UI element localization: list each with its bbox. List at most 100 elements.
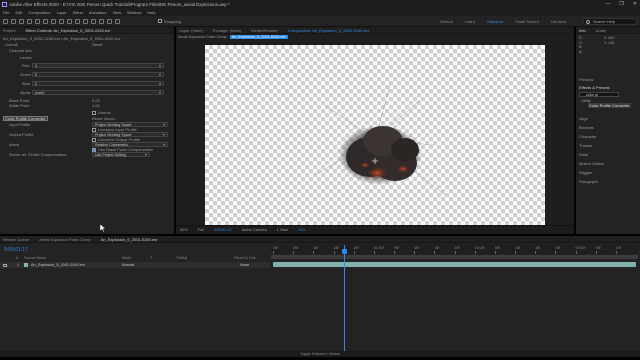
layer-duration-bar[interactable] xyxy=(273,262,636,267)
effects-search-input[interactable]: color pr xyxy=(579,92,619,97)
exposure-value[interactable]: +0.0 xyxy=(298,228,306,232)
menu-help[interactable]: Help xyxy=(147,9,155,16)
unmult-checkbox[interactable] xyxy=(92,111,96,115)
playhead-handle[interactable] xyxy=(342,249,347,254)
color-profile-reset[interactable]: Reset xyxy=(92,116,102,121)
workspace-default[interactable]: Default xyxy=(440,16,453,27)
minimize-button[interactable]: — xyxy=(605,0,610,9)
playhead[interactable] xyxy=(344,245,345,355)
white-point-value[interactable]: 1.00 xyxy=(92,103,100,108)
tab-render-queue[interactable]: Render Queue xyxy=(3,236,29,242)
tab-info[interactable]: Info xyxy=(579,27,586,33)
tab-media-browser[interactable]: Media Browser xyxy=(251,27,278,33)
layer-label-color[interactable] xyxy=(24,263,28,267)
tab-project[interactable]: Project xyxy=(3,27,15,33)
puppet-tool-icon[interactable] xyxy=(115,19,120,24)
unmult-checkbox-label: Unmult xyxy=(98,110,111,115)
blue-dropdown[interactable]: 0 xyxy=(32,81,164,86)
ruler-label: 03:00f xyxy=(575,246,586,250)
section-paragraph[interactable]: Paragraph xyxy=(579,179,598,184)
work-area-bar[interactable] xyxy=(271,255,638,259)
layer-mode[interactable]: Normal xyxy=(122,263,134,267)
ruler-label: 20f xyxy=(454,246,460,250)
maximize-button[interactable]: ❐ xyxy=(619,0,623,9)
menu-window[interactable]: Window xyxy=(127,9,141,16)
ruler-tick xyxy=(474,251,476,254)
ruler-label: 20f xyxy=(555,246,561,250)
green-dropdown[interactable]: 0 xyxy=(32,72,164,77)
search-help-input[interactable]: Search Help xyxy=(583,18,637,25)
home-icon[interactable] xyxy=(3,19,8,24)
viewer-control-bar: 50% Full 0:00:01:17 Active Camera 1 View… xyxy=(176,225,574,234)
toggle-switches-modes[interactable]: Toggle Switches / Modes xyxy=(0,351,640,357)
menu-file[interactable]: File xyxy=(3,9,9,16)
tab-aerial-explosion-comp[interactable]: Aerial Explosion Flash Comp xyxy=(39,236,90,242)
viewer-current-time[interactable]: 0:00:01:17 xyxy=(214,228,232,232)
ruler-label: 01:00f xyxy=(373,246,384,250)
tab-audio[interactable]: Audio xyxy=(596,27,606,33)
section-motion-sketch[interactable]: Motion Sketch xyxy=(579,161,604,166)
hand-tool-icon[interactable] xyxy=(19,19,24,24)
pan-behind-tool-icon[interactable] xyxy=(51,19,56,24)
section-wiggler[interactable]: Wiggler xyxy=(579,170,593,175)
layer-parent[interactable]: None xyxy=(240,263,249,267)
tab-layer[interactable]: Layer: (none) xyxy=(179,27,203,33)
effect-unmult-name[interactable]: Unmult xyxy=(5,42,18,47)
brush-tool-icon[interactable] xyxy=(83,19,88,24)
menu-effect[interactable]: Effect xyxy=(73,9,83,16)
section-preview[interactable]: Preview xyxy=(579,77,593,82)
menu-animation[interactable]: Animation xyxy=(89,9,107,16)
scene-ref-dropdown[interactable]: Use Project Setting xyxy=(92,152,150,157)
camera-tool-icon[interactable] xyxy=(43,19,48,24)
ruler-label: 10f xyxy=(515,246,520,250)
selection-tool-icon[interactable] xyxy=(11,19,16,24)
close-button[interactable]: ✕ xyxy=(633,0,637,9)
snapping-checkbox[interactable] xyxy=(158,19,162,23)
layer-column-headers: # Source Name Mode T TrkMat Parent & Lin… xyxy=(0,256,270,261)
type-tool-icon[interactable] xyxy=(75,19,80,24)
pen-tool-icon[interactable] xyxy=(67,19,72,24)
breadcrumb-explosion-comp[interactable]: An_Explosion_5_2001-0240.exr xyxy=(229,35,288,39)
camera-dropdown[interactable]: Active Camera xyxy=(242,228,267,232)
resolution-dropdown[interactable]: Full xyxy=(198,228,204,232)
workspace-libraries[interactable]: Libraries xyxy=(551,16,566,27)
red-dropdown[interactable]: 0 xyxy=(32,63,164,68)
roto-brush-tool-icon[interactable] xyxy=(107,19,112,24)
zoom-dropdown[interactable]: 50% xyxy=(180,228,188,232)
composition-canvas[interactable] xyxy=(205,45,545,225)
menu-view[interactable]: View xyxy=(113,9,122,16)
color-profile-converter-name[interactable]: Color Profile Converter xyxy=(5,116,46,121)
alpha-dropdown[interactable]: (user) xyxy=(32,90,164,95)
section-tracker[interactable]: Tracker xyxy=(579,143,592,148)
zoom-tool-icon[interactable] xyxy=(27,19,32,24)
section-brushes[interactable]: Brushes xyxy=(579,125,594,130)
rotate-tool-icon[interactable] xyxy=(35,19,40,24)
breadcrumb-aerial-comp[interactable]: Aerial Explosion Flash Comp xyxy=(178,35,227,39)
menu-edit[interactable]: Edit xyxy=(15,9,22,16)
menu-layer[interactable]: Layer xyxy=(57,9,67,16)
section-paint[interactable]: Paint xyxy=(579,152,588,157)
tab-effect-controls[interactable]: Effect Controls: An_Explosion_5_2001-024… xyxy=(25,27,110,33)
rectangle-tool-icon[interactable] xyxy=(59,19,64,24)
section-align[interactable]: Align xyxy=(579,116,588,121)
layer-row[interactable]: 1 An_Explosion_5_2001-0240.exr Normal No… xyxy=(0,262,270,268)
menu-composition[interactable]: Composition xyxy=(28,9,50,16)
timeline-current-time[interactable]: 0:00:01:17 xyxy=(4,247,28,253)
tab-explosion-comp[interactable]: An_Explosion_5_2001-0240.exr xyxy=(101,236,158,242)
view-layout-dropdown[interactable]: 1 View xyxy=(277,228,288,232)
section-effects-presets[interactable]: Effects & Presets xyxy=(579,85,610,90)
tab-composition[interactable]: Composition: An_Explosion_5_2001-0240.ex… xyxy=(288,27,369,33)
color-profile-about[interactable]: About... xyxy=(104,116,118,121)
section-character[interactable]: Character xyxy=(579,134,597,139)
workspace-small-screen[interactable]: Small Screen xyxy=(515,16,539,27)
layer-name[interactable]: An_Explosion_5_2001-0240.exr xyxy=(31,263,85,267)
eraser-tool-icon[interactable] xyxy=(99,19,104,24)
effect-unmult-reset[interactable]: Reset xyxy=(92,42,102,47)
visibility-eye-icon[interactable] xyxy=(3,263,7,267)
workspace-standard[interactable]: Standard xyxy=(487,16,503,27)
workspace-learn[interactable]: Learn xyxy=(465,16,475,27)
tab-footage[interactable]: Footage: (none) xyxy=(213,27,241,33)
ruler-label: 15f xyxy=(333,246,339,250)
tree-color-profile-converter[interactable]: Color Profile Converter xyxy=(588,103,631,108)
clone-stamp-tool-icon[interactable] xyxy=(91,19,96,24)
